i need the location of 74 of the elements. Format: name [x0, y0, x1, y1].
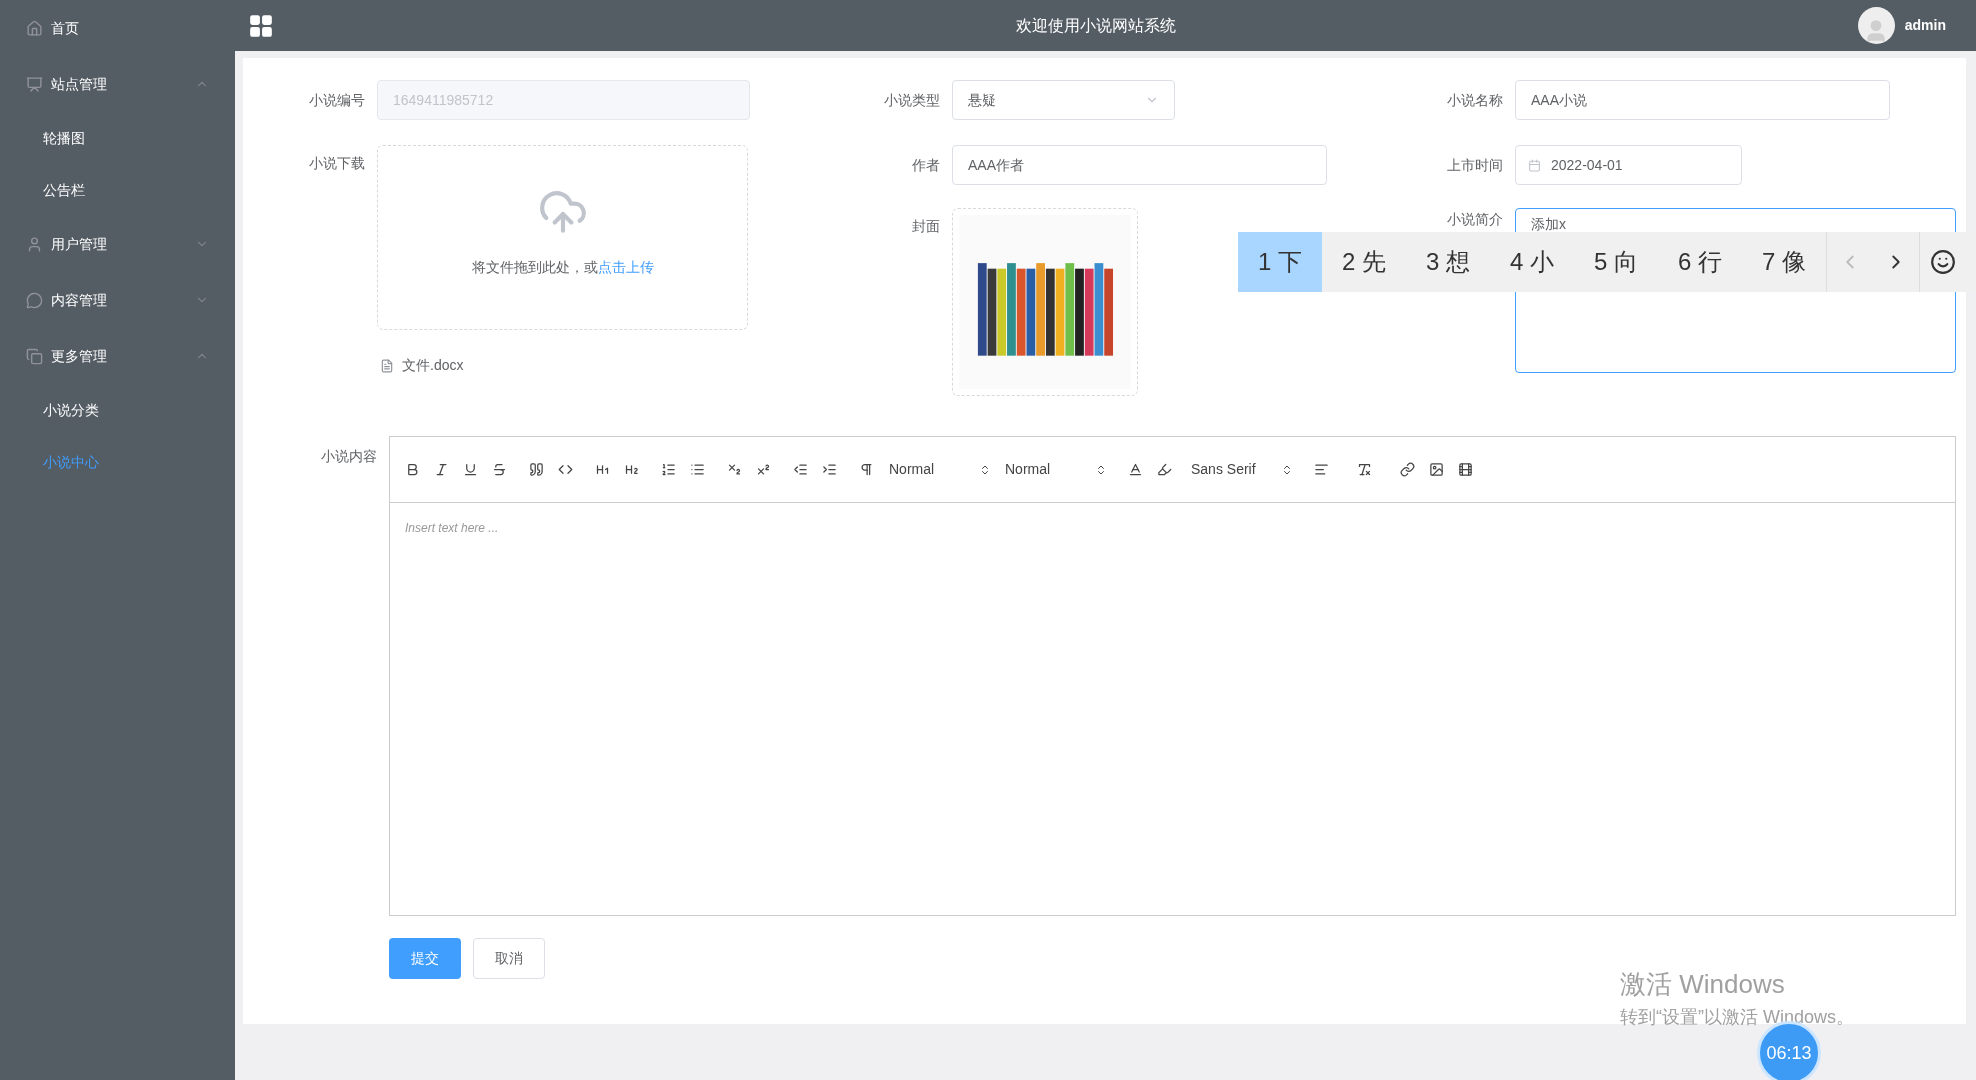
avatar[interactable] — [1857, 7, 1895, 44]
ime-candidate[interactable]: 3 想 — [1406, 232, 1490, 292]
type-select[interactable]: 悬疑 — [952, 80, 1175, 120]
format-dropdown[interactable]: Normal — [1005, 459, 1107, 480]
underline-icon[interactable] — [463, 462, 478, 477]
format-dropdown[interactable]: Sans Serif — [1191, 459, 1293, 480]
ime-candidate[interactable]: 1 下 — [1238, 232, 1322, 292]
ime-candidate[interactable]: 5 向 — [1574, 232, 1658, 292]
updown-icon — [979, 463, 991, 476]
submenu-item[interactable]: 公告栏 — [0, 164, 235, 216]
field-label: 小说下载 — [309, 155, 365, 171]
film-icon[interactable] — [1458, 462, 1473, 477]
bold-icon[interactable] — [405, 462, 420, 477]
ime-candidate[interactable]: 2 先 — [1322, 232, 1406, 292]
indent-icon[interactable] — [822, 462, 837, 477]
heading-one-icon[interactable] — [595, 462, 610, 477]
highlighter-icon[interactable] — [1157, 462, 1172, 477]
menu-icon — [26, 75, 43, 93]
format-dropdown[interactable]: Normal — [889, 459, 991, 480]
strikethrough-icon[interactable] — [492, 462, 507, 477]
subscript-icon[interactable] — [727, 462, 742, 477]
field-label: 小说编号 — [309, 91, 365, 108]
quote-icon[interactable] — [529, 462, 544, 477]
upload-hint: 将文件拖到此处，或点击上传 — [471, 258, 654, 277]
updown-icon — [1281, 463, 1293, 476]
bullet-list-icon[interactable] — [690, 462, 705, 477]
document-icon — [380, 358, 394, 373]
outdent-icon[interactable] — [793, 462, 808, 477]
image-icon[interactable] — [1429, 462, 1444, 477]
activation-title: 激活 Windows — [1620, 968, 1786, 1001]
editor-placeholder: Insert text here ... — [405, 521, 499, 535]
align-left-icon[interactable] — [1314, 462, 1329, 477]
sidebar-item[interactable]: 更多管理 — [0, 328, 235, 384]
menu-icon — [26, 235, 43, 253]
sidebar-item[interactable]: 内容管理 — [0, 272, 235, 328]
italic-icon[interactable] — [434, 462, 449, 477]
field-label: 小说类型 — [884, 91, 940, 108]
pilcrow-icon[interactable] — [859, 462, 874, 477]
author-field[interactable]: AAA作者 — [952, 145, 1327, 185]
numbered-list-icon[interactable] — [661, 462, 676, 477]
ime-candidate[interactable]: 4 小 — [1490, 232, 1574, 292]
updown-icon — [1095, 463, 1107, 476]
cancel-button[interactable]: 取消 — [473, 938, 545, 979]
ime-candidate[interactable]: 7 像 — [1742, 232, 1826, 292]
field-label: 小说名称 — [1447, 91, 1503, 108]
text-color-icon[interactable] — [1128, 462, 1143, 477]
calendar-icon — [1528, 158, 1541, 172]
ime-candidate[interactable]: 6 行 — [1658, 232, 1742, 292]
name-field[interactable]: AAA小说 — [1515, 80, 1890, 120]
file-name[interactable]: 文件.docx — [402, 355, 464, 376]
grid-menu-icon[interactable] — [248, 12, 274, 39]
menu-icon — [26, 291, 43, 309]
field-label: 封面 — [912, 218, 940, 234]
sidebar-item[interactable]: 站点管理 — [0, 56, 235, 112]
field-label: 小说简介 — [1447, 211, 1503, 227]
field-label: 上市时间 — [1447, 156, 1503, 173]
sidebar-item[interactable]: 用户管理 — [0, 216, 235, 272]
submenu-item[interactable]: 轮播图 — [0, 112, 235, 164]
emoji-icon[interactable] — [1930, 249, 1956, 275]
username: admin — [1904, 16, 1946, 35]
link-icon[interactable] — [1400, 462, 1415, 477]
code-icon[interactable] — [558, 462, 573, 477]
page-title: 欢迎使用小说网站系统 — [1015, 16, 1176, 34]
submenu-item[interactable]: 小说分类 — [0, 384, 235, 436]
field-label: 小说内容 — [321, 448, 377, 464]
field-label: 作者 — [912, 156, 940, 173]
upload-dropzone[interactable]: 将文件拖到此处，或点击上传 — [377, 145, 748, 330]
menu-icon — [26, 347, 43, 365]
heading-two-icon[interactable] — [624, 462, 639, 477]
clear-format-icon[interactable] — [1357, 462, 1372, 477]
sidebar-item[interactable]: 首页 — [0, 0, 235, 56]
menu-icon — [26, 19, 43, 37]
date-picker[interactable]: 2022-04-01 — [1515, 145, 1742, 185]
superscript-icon[interactable] — [756, 462, 771, 477]
